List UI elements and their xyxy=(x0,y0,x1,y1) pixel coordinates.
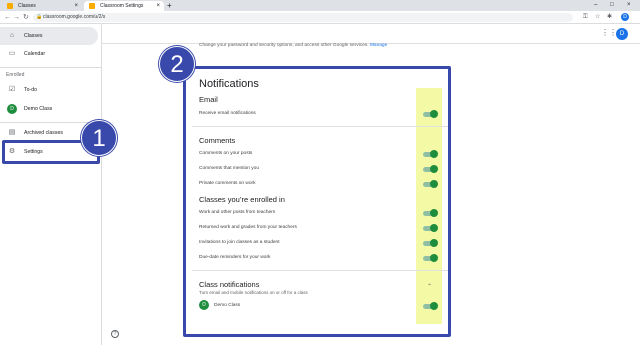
close-window-button[interactable]: × xyxy=(627,0,631,11)
new-tab-button[interactable]: + xyxy=(167,0,172,11)
divider xyxy=(0,67,101,68)
callout-badge-1: 1 xyxy=(81,120,117,156)
classroom-favicon-icon xyxy=(7,3,13,9)
extensions-icon[interactable]: ✱ xyxy=(607,13,612,22)
manage-link[interactable]: Manage xyxy=(370,43,387,48)
sidebar-item-label: Archived classes xyxy=(24,130,63,136)
archive-icon: ▤ xyxy=(8,129,16,136)
app-header xyxy=(102,24,640,44)
reload-icon[interactable]: ↻ xyxy=(23,12,29,23)
account-avatar[interactable]: D xyxy=(616,28,628,40)
account-text: Change your password and security option… xyxy=(199,43,369,48)
sidebar-item-demo-class[interactable]: D Demo Class xyxy=(0,100,98,118)
sidebar-item-label: Classes xyxy=(24,33,43,39)
sidebar-item-classes[interactable]: ⌂ Classes xyxy=(0,27,98,45)
callout-notifications-frame xyxy=(183,66,451,337)
divider xyxy=(0,122,101,123)
sidebar: ⌂ Classes ▭ Calendar Enrolled ☑ To-do D … xyxy=(0,24,102,345)
account-description: Change your password and security option… xyxy=(199,43,387,48)
callout-badge-2: 2 xyxy=(159,46,195,82)
todo-icon: ☑ xyxy=(8,86,16,93)
sidebar-item-label: Demo Class xyxy=(24,106,53,112)
class-avatar: D xyxy=(7,104,17,114)
url-field[interactable]: 🔒 classroom.google.com/u/2/s xyxy=(33,13,573,22)
enrolled-label: Enrolled xyxy=(6,72,25,78)
browser-tab-classes[interactable]: Classes × xyxy=(2,1,82,11)
close-tab-icon[interactable]: × xyxy=(74,1,78,11)
url-text: classroom.google.com/u/2/s xyxy=(43,14,106,20)
browser-profile-avatar[interactable]: D xyxy=(621,13,629,21)
maximize-button[interactable]: □ xyxy=(610,0,614,11)
address-bar-row: ← → ↻ 🔒 classroom.google.com/u/2/s ⚿ ☆ ✱ xyxy=(0,11,640,24)
sidebar-item-calendar[interactable]: ▭ Calendar xyxy=(0,45,98,63)
tab-title: Classes xyxy=(18,3,36,9)
tab-title: Classroom Settings xyxy=(100,3,144,9)
sidebar-item-label: Calendar xyxy=(24,51,46,57)
home-icon: ⌂ xyxy=(9,32,15,39)
minimize-button[interactable]: – xyxy=(594,0,597,11)
star-icon[interactable]: ☆ xyxy=(595,13,600,22)
lock-icon: 🔒 xyxy=(36,14,43,20)
help-icon[interactable]: ? xyxy=(111,330,119,338)
sidebar-item-todo[interactable]: ☑ To-do xyxy=(0,81,98,99)
apps-grid-icon[interactable]: ⋮⋮ xyxy=(601,28,617,37)
browser-tab-bar: Classes × Classroom Settings × + – □ × xyxy=(0,0,640,11)
calendar-icon: ▭ xyxy=(8,50,16,57)
browser-tab-settings[interactable]: Classroom Settings × xyxy=(84,1,164,11)
sidebar-item-label: To-do xyxy=(24,87,37,93)
key-icon[interactable]: ⚿ xyxy=(583,13,588,22)
back-arrow-icon[interactable]: ← xyxy=(4,12,11,23)
classroom-favicon-icon xyxy=(89,3,95,9)
close-tab-icon[interactable]: × xyxy=(156,1,160,11)
forward-arrow-icon[interactable]: → xyxy=(13,12,20,23)
